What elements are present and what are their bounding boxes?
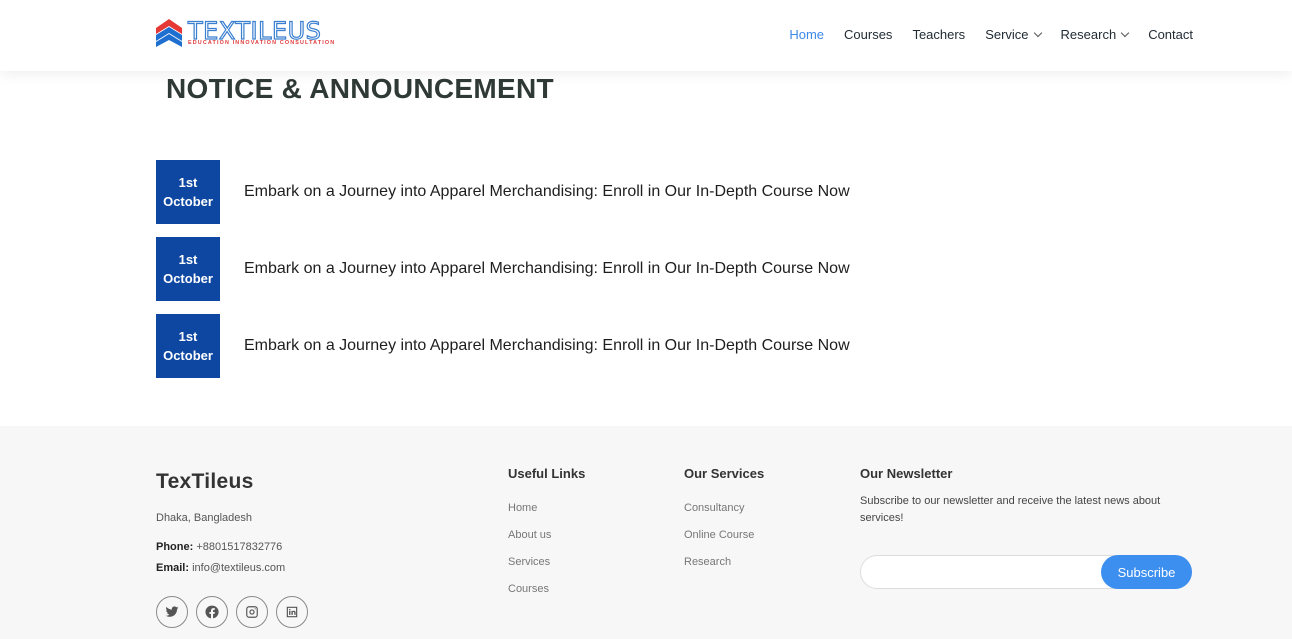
nav-contact[interactable]: Contact xyxy=(1148,26,1193,44)
main-nav: Home Courses Teachers Service Research C… xyxy=(769,26,1193,44)
nav-home-label: Home xyxy=(789,27,825,42)
email-label: Email: xyxy=(156,562,190,574)
notice-title-link[interactable]: Embark on a Journey into Apparel Merchan… xyxy=(244,260,850,278)
phone-label: Phone: xyxy=(156,541,194,553)
page-title: NOTICE & ANNOUNCEMENT xyxy=(166,73,554,104)
notice-title-link[interactable]: Embark on a Journey into Apparel Merchan… xyxy=(244,183,850,201)
instagram-icon[interactable] xyxy=(236,596,268,628)
footer-link-home[interactable]: Home xyxy=(508,495,585,522)
useful-links-column: Useful Links Home About us Services Cour… xyxy=(508,466,585,603)
logo-mark-icon xyxy=(155,18,183,48)
notice-month: October xyxy=(163,271,213,286)
twitter-icon[interactable] xyxy=(156,596,188,628)
logo[interactable]: TEXTILEUS EDUCATION INNOVATION CONSULTAT… xyxy=(155,17,370,50)
facebook-icon[interactable] xyxy=(196,596,228,628)
newsletter-column: Our Newsletter Subscribe to our newslett… xyxy=(860,466,1190,527)
email-value: info@textileus.com xyxy=(192,562,286,574)
subscribe-button[interactable]: Subscribe xyxy=(1101,555,1192,589)
footer-brand: TexTileus xyxy=(156,470,254,493)
footer-link-about[interactable]: About us xyxy=(508,522,585,549)
newsletter-form: Subscribe xyxy=(860,555,1192,589)
nav-courses[interactable]: Courses xyxy=(844,26,892,44)
social-links xyxy=(156,596,308,628)
logo-tagline: EDUCATION INNOVATION CONSULTATION xyxy=(188,40,336,46)
linkedin-icon[interactable] xyxy=(276,596,308,628)
notice-day: 1st xyxy=(178,329,198,344)
nav-teachers[interactable]: Teachers xyxy=(912,26,965,44)
footer-link-online-course[interactable]: Online Course xyxy=(684,522,764,549)
notice-date-badge: 1st October xyxy=(156,314,220,378)
footer-link-consultancy[interactable]: Consultancy xyxy=(684,495,764,522)
nav-service-label: Service xyxy=(985,27,1029,42)
notice-date-badge: 1st October xyxy=(156,237,220,301)
chevron-down-icon xyxy=(1120,28,1130,38)
nav-research[interactable]: Research xyxy=(1060,26,1130,44)
nav-contact-label: Contact xyxy=(1148,27,1193,42)
footer-link-courses[interactable]: Courses xyxy=(508,576,585,603)
footer-link-services[interactable]: Services xyxy=(508,549,585,576)
phone-value: +8801517832776 xyxy=(196,541,283,553)
notice-title-link[interactable]: Embark on a Journey into Apparel Merchan… xyxy=(244,337,850,355)
newsletter-description: Subscribe to our newsletter and receive … xyxy=(860,495,1161,524)
footer-phone: Phone: +8801517832776 xyxy=(156,541,282,553)
nav-courses-label: Courses xyxy=(844,27,893,42)
nav-home[interactable]: Home xyxy=(789,26,824,44)
services-heading: Our Services xyxy=(684,466,765,481)
nav-service[interactable]: Service xyxy=(985,26,1042,44)
footer-link-research[interactable]: Research xyxy=(684,549,764,576)
notice-date-badge: 1st October xyxy=(156,160,220,224)
notice-item[interactable]: 1st October Embark on a Journey into App… xyxy=(156,160,850,224)
newsletter-heading: Our Newsletter xyxy=(860,466,953,481)
chevron-down-icon xyxy=(1033,28,1042,38)
site-footer: TexTileus Dhaka, Bangladesh Phone: +8801… xyxy=(0,426,1292,639)
footer-address: Dhaka, Bangladesh xyxy=(156,512,253,524)
notice-month: October xyxy=(163,348,213,363)
notice-day: 1st xyxy=(178,252,198,267)
footer-email: Email: info@textileus.com xyxy=(156,562,285,574)
notice-item[interactable]: 1st October Embark on a Journey into App… xyxy=(156,237,850,301)
notice-month: October xyxy=(163,194,213,209)
notice-day: 1st xyxy=(178,175,198,190)
nav-teachers-label: Teachers xyxy=(912,27,966,42)
services-column: Our Services Consultancy Online Course R… xyxy=(684,466,764,576)
notice-item[interactable]: 1st October Embark on a Journey into App… xyxy=(156,314,850,378)
site-header: TEXTILEUS EDUCATION INNOVATION CONSULTAT… xyxy=(0,0,1292,71)
useful-links-heading: Useful Links xyxy=(508,466,586,481)
nav-research-label: Research xyxy=(1060,27,1117,42)
